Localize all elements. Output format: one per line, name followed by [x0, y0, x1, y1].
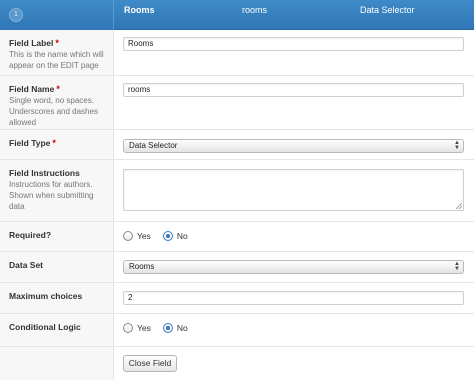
maximum-choices-title: Maximum choices [9, 291, 83, 301]
field-label-input[interactable]: Rooms [123, 37, 464, 51]
field-instructions-title: Field Instructions [9, 168, 80, 178]
field-instructions-description: Instructions for authors. Shown when sub… [9, 180, 94, 211]
conditional-logic-no-radio[interactable] [162, 323, 173, 333]
conditional-logic-title: Conditional Logic [9, 322, 81, 332]
required-yes-label[interactable]: Yes [137, 231, 151, 241]
conditional-logic-yes-label[interactable]: Yes [137, 323, 151, 333]
row-field-instructions: Field Instructions Instructions for auth… [0, 160, 474, 222]
resize-grip-icon[interactable] [456, 203, 462, 209]
row-required: Required? Yes No [0, 222, 474, 252]
required-marker: * [52, 138, 56, 148]
field-order-badge: 1 [9, 8, 23, 22]
header-field-name: rooms [242, 5, 268, 15]
field-name-description: Single word, no spaces. Underscores and … [9, 96, 98, 127]
header-field-type: Data Selector [360, 5, 415, 15]
select-arrows-icon: ▲ ▼ [454, 140, 460, 151]
actions-label-cell [0, 347, 114, 380]
data-set-select[interactable]: Rooms ▲ ▼ [123, 260, 464, 274]
conditional-logic-yes-radio[interactable] [123, 323, 133, 333]
required-marker: * [56, 84, 60, 94]
conditional-logic-no-label[interactable]: No [177, 323, 188, 333]
required-radio-group: Yes No [123, 231, 200, 241]
required-title: Required? [9, 230, 52, 240]
required-marker: * [55, 38, 59, 48]
maximum-choices-input[interactable]: 2 [123, 291, 464, 305]
required-yes-radio[interactable] [123, 231, 133, 241]
required-no-label[interactable]: No [177, 231, 188, 241]
row-field-name: Field Name * Single word, no spaces. Unde… [0, 76, 474, 130]
data-set-selected-value: Rooms [129, 262, 155, 271]
label-cell: Maximum choices [0, 283, 114, 313]
label-cell: Field Name * Single word, no spaces. Unde… [0, 76, 114, 129]
field-type-title: Field Type [9, 138, 51, 148]
label-cell: Conditional Logic [0, 314, 114, 346]
conditional-logic-radio-group: Yes No [123, 323, 200, 333]
required-no-radio[interactable] [162, 231, 173, 241]
row-field-label: Field Label * This is the name which will… [0, 30, 474, 76]
field-label-description: This is the name which will appear on th… [9, 50, 104, 70]
row-conditional-logic: Conditional Logic Yes No [0, 314, 474, 347]
field-type-select[interactable]: Data Selector ▲ ▼ [123, 139, 464, 153]
row-field-type: Field Type * Data Selector ▲ ▼ [0, 130, 474, 160]
data-set-title: Data Set [9, 260, 44, 270]
field-header-bar[interactable]: 1 Rooms rooms Data Selector [0, 0, 474, 30]
field-type-selected-value: Data Selector [129, 141, 178, 150]
field-order-cell: 1 [0, 0, 114, 30]
field-instructions-textarea[interactable] [123, 169, 464, 211]
row-data-set: Data Set Rooms ▲ ▼ [0, 252, 474, 283]
field-name-title: Field Name [9, 84, 55, 94]
label-cell: Field Label * This is the name which will… [0, 30, 114, 75]
label-cell: Data Set [0, 252, 114, 282]
field-label-title: Field Label [9, 38, 54, 48]
label-cell: Field Type * [0, 130, 114, 159]
row-maximum-choices: Maximum choices 2 [0, 283, 474, 314]
field-name-input[interactable]: rooms [123, 83, 464, 97]
header-field-label[interactable]: Rooms [124, 5, 155, 15]
label-cell: Field Instructions Instructions for auth… [0, 160, 114, 221]
label-cell: Required? [0, 222, 114, 251]
close-field-button[interactable]: Close Field [123, 355, 177, 372]
select-arrows-icon: ▲ ▼ [454, 261, 460, 272]
field-settings-table: Field Label * This is the name which will… [0, 30, 474, 347]
